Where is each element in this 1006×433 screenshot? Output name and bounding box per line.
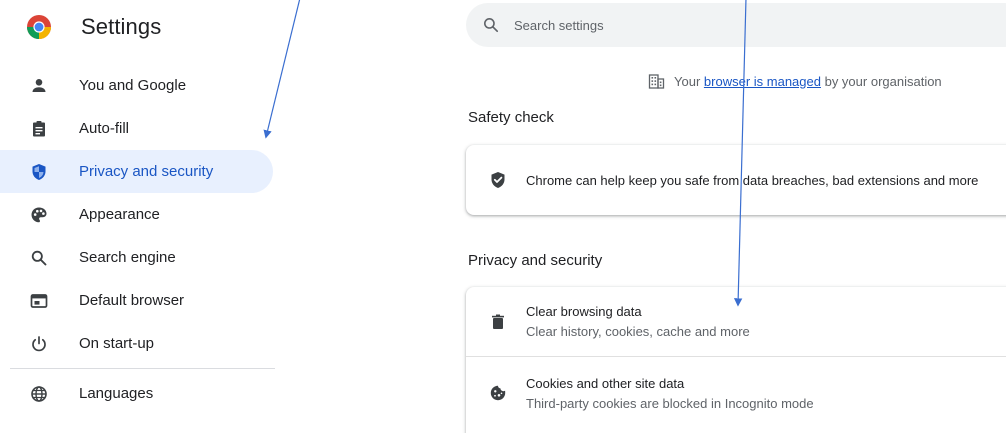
shield-check-icon (488, 170, 508, 190)
palette-icon (29, 205, 49, 225)
main-content: Your browser is managed by your organisa… (466, 0, 1006, 433)
search-input[interactable] (514, 17, 914, 33)
cookies-subtitle: Third-party cookies are blocked in Incog… (526, 395, 814, 411)
chrome-logo-icon (27, 15, 51, 39)
search-icon (29, 248, 49, 268)
building-icon (648, 73, 665, 89)
safety-check-row[interactable]: Chrome can help keep you safe from data … (466, 145, 1006, 215)
safety-check-card: Chrome can help keep you safe from data … (466, 145, 1006, 215)
search-bar[interactable] (466, 3, 1006, 47)
search-icon (484, 18, 499, 33)
clipboard-icon (29, 119, 49, 139)
brand: Settings (26, 11, 161, 43)
sidebar-item-label: Search engine (79, 249, 176, 266)
cookie-icon (488, 383, 508, 403)
cookies-row[interactable]: Cookies and other site data Third-party … (466, 356, 1006, 429)
cookies-title: Cookies and other site data (526, 375, 685, 391)
privacy-card: Clear browsing data Clear history, cooki… (466, 287, 1006, 433)
settings-page: Settings You and Google Auto-fill Privac… (0, 0, 1006, 433)
managed-notice: Your browser is managed by your organisa… (648, 72, 942, 90)
sidebar-item-label: Default browser (79, 292, 185, 309)
clear-browsing-data-subtitle: Clear history, cookies, cache and more (526, 324, 750, 339)
sidebar-item-label: Appearance (79, 206, 160, 223)
sidebar-item-label: Languages (79, 385, 154, 402)
sidebar-item-label: Auto-fill (79, 120, 130, 137)
sidebar-nav: You and Google Auto-fill Privacy and sec… (0, 64, 290, 415)
sidebar-item-languages[interactable]: Languages (0, 372, 273, 415)
shield-icon (29, 162, 49, 182)
sidebar-item-default-browser[interactable]: Default browser (0, 279, 273, 322)
sidebar-item-label: On start-up (79, 335, 155, 352)
person-icon (29, 76, 49, 96)
sidebar-item-privacy-and-security[interactable]: Privacy and security (0, 150, 273, 193)
trash-icon (488, 312, 508, 332)
sidebar-divider (10, 368, 275, 369)
sidebar-item-on-start-up[interactable]: On start-up (0, 322, 273, 365)
sidebar-item-you-and-google[interactable]: You and Google (0, 64, 273, 107)
managed-notice-prefix: Your (674, 73, 701, 89)
sidebar-item-search-engine[interactable]: Search engine (0, 236, 273, 279)
sidebar: Settings You and Google Auto-fill Privac… (0, 0, 290, 433)
managed-notice-suffix: by your organisation (824, 73, 942, 89)
page-title: Settings (81, 14, 162, 39)
managed-browser-link[interactable]: browser is managed (704, 74, 821, 89)
sidebar-item-appearance[interactable]: Appearance (0, 193, 273, 236)
clear-browsing-data-title: Clear browsing data (526, 304, 642, 319)
sidebar-item-label: You and Google (79, 77, 187, 94)
safety-check-text: Chrome can help keep you safe from data … (526, 172, 979, 188)
safety-check-heading: Safety check (468, 109, 554, 126)
power-icon (29, 334, 49, 354)
clear-browsing-data-row[interactable]: Clear browsing data Clear history, cooki… (466, 287, 1006, 356)
globe-icon (29, 384, 49, 404)
sidebar-item-label: Privacy and security (79, 163, 214, 180)
browser-window-icon (29, 291, 49, 311)
privacy-section-heading: Privacy and security (468, 252, 603, 269)
sidebar-item-auto-fill[interactable]: Auto-fill (0, 107, 273, 150)
